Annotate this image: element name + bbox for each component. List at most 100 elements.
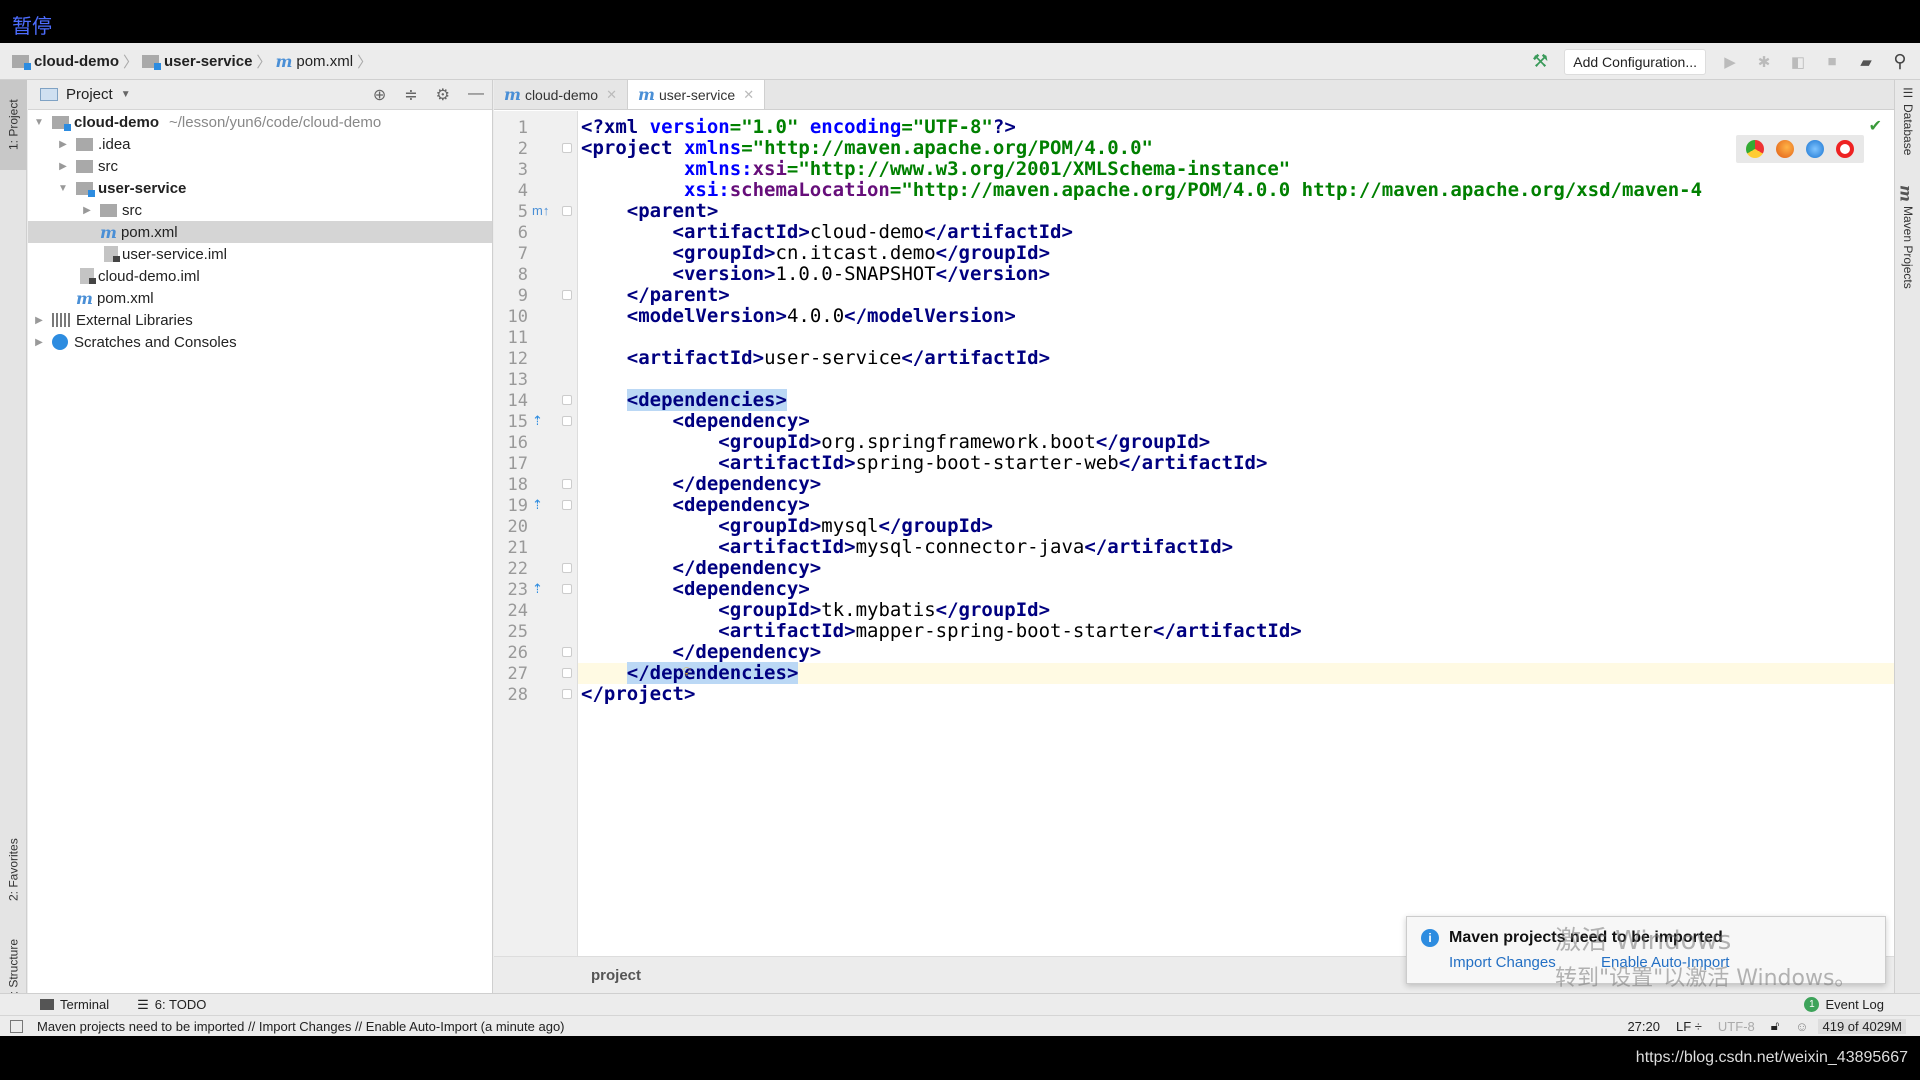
code-line[interactable]: <dependency>	[578, 495, 1894, 516]
fold-marker-icon[interactable]	[562, 584, 572, 594]
code-line[interactable]: </dependencies>	[578, 662, 1894, 684]
search-icon[interactable]: ⚲	[1890, 51, 1910, 72]
tree-node-idea[interactable]: ▶ .idea	[28, 133, 492, 155]
close-icon[interactable]: ✕	[743, 87, 754, 103]
status-message[interactable]: Maven projects need to be imported // Im…	[37, 1019, 565, 1034]
pause-label[interactable]: 暂停	[12, 10, 52, 39]
fold-marker-icon[interactable]	[562, 689, 572, 699]
collapse-arrow-icon[interactable]: ▶	[32, 337, 46, 348]
fold-marker-icon[interactable]	[562, 479, 572, 489]
fold-marker-icon[interactable]	[562, 668, 572, 678]
fold-marker-icon[interactable]	[562, 647, 572, 657]
fold-marker-icon[interactable]	[562, 500, 572, 510]
code-line[interactable]: xmlns:xsi="http://www.w3.org/2001/XMLSch…	[578, 159, 1894, 180]
locate-icon[interactable]: ⊕	[373, 85, 386, 105]
code-line[interactable]: <groupId>tk.mybatis</groupId>	[578, 600, 1894, 621]
debug-icon[interactable]: ✱	[1754, 52, 1774, 72]
fold-marker-icon[interactable]	[562, 206, 572, 216]
import-changes-link[interactable]: Import Changes	[1449, 954, 1556, 971]
line-separator[interactable]: LF ÷	[1676, 1019, 1702, 1034]
build-hammer-icon[interactable]: ⚒	[1530, 51, 1550, 72]
close-icon[interactable]: ✕	[606, 87, 617, 103]
collapse-arrow-icon[interactable]: ▶	[56, 161, 70, 172]
opera-icon[interactable]	[1836, 140, 1854, 158]
code-editor[interactable]: <?xml version="1.0" encoding="UTF-8"?> <p…	[578, 111, 1894, 956]
run-icon[interactable]: ▶	[1720, 52, 1740, 72]
fold-marker-icon[interactable]	[562, 143, 572, 153]
hector-icon[interactable]: ☺	[1795, 1019, 1808, 1034]
tool-tab-database[interactable]: ☰ Database	[1895, 86, 1920, 176]
tree-node-user-service-src[interactable]: ▶ src	[28, 199, 492, 221]
fold-marker-icon[interactable]	[562, 290, 572, 300]
code-line[interactable]: <artifactId>user-service</artifactId>	[578, 348, 1894, 369]
tool-tab-project[interactable]: 1: Project	[0, 80, 27, 170]
chrome-icon[interactable]	[1746, 140, 1764, 158]
project-view-selector[interactable]: Project	[66, 86, 113, 103]
expand-arrow-icon[interactable]: ▼	[56, 183, 70, 194]
tab-user-service[interactable]: m user-service ✕	[628, 80, 766, 109]
collapse-all-icon[interactable]: ≑	[404, 85, 417, 105]
code-line[interactable]: </project>	[578, 684, 1894, 705]
code-line[interactable]: <dependencies>	[578, 389, 1894, 411]
coverage-icon[interactable]: ◧	[1788, 52, 1808, 72]
breadcrumb-pom-xml[interactable]: pom.xml	[296, 53, 353, 70]
code-line[interactable]: <version>1.0.0-SNAPSHOT</version>	[578, 264, 1894, 285]
file-encoding[interactable]: UTF-8	[1718, 1019, 1755, 1034]
code-line[interactable]: xsi:schemaLocation="http://maven.apache.…	[578, 180, 1894, 201]
breadcrumb-cloud-demo[interactable]: cloud-demo	[34, 53, 119, 70]
code-line[interactable]: <artifactId>cloud-demo</artifactId>	[578, 222, 1894, 243]
tree-node-src[interactable]: ▶ src	[28, 155, 492, 177]
expand-arrow-icon[interactable]: ▼	[32, 117, 46, 128]
code-line[interactable]: <artifactId>mapper-spring-boot-starter</…	[578, 621, 1894, 642]
tool-tab-terminal[interactable]: Terminal	[40, 997, 109, 1012]
code-line[interactable]	[578, 369, 1894, 390]
code-line[interactable]: <project xmlns="http://maven.apache.org/…	[578, 138, 1894, 159]
collapse-arrow-icon[interactable]: ▶	[32, 315, 46, 326]
editor-breadcrumb-item[interactable]: project	[591, 967, 641, 984]
code-line[interactable]: </dependency>	[578, 642, 1894, 663]
fold-marker-icon[interactable]	[562, 395, 572, 405]
breadcrumb-user-service[interactable]: user-service	[164, 53, 252, 70]
hide-icon[interactable]: —	[468, 85, 484, 105]
gear-icon[interactable]: ⚙	[436, 85, 450, 105]
tree-node-pom[interactable]: m pom.xml	[28, 287, 492, 309]
code-line[interactable]	[578, 327, 1894, 348]
tree-node-external-libraries[interactable]: ▶ External Libraries	[28, 309, 492, 331]
tool-tab-todo[interactable]: ☰ 6: TODO	[137, 997, 206, 1013]
safari-icon[interactable]	[1806, 140, 1824, 158]
code-line[interactable]: </dependency>	[578, 474, 1894, 495]
code-line[interactable]: </dependency>	[578, 558, 1894, 579]
chevron-down-icon[interactable]: ▼	[121, 89, 131, 100]
code-line[interactable]: <groupId>org.springframework.boot</group…	[578, 432, 1894, 453]
lightbulb-icon[interactable]: 💡︎	[682, 665, 691, 680]
code-line[interactable]: <dependency>	[578, 579, 1894, 600]
code-line[interactable]: <artifactId>spring-boot-starter-web</art…	[578, 453, 1894, 474]
tree-node-cloud-demo[interactable]: ▼ cloud-demo ~/lesson/yun6/code/cloud-de…	[28, 111, 492, 133]
fold-marker-icon[interactable]	[562, 563, 572, 573]
collapse-arrow-icon[interactable]: ▶	[80, 205, 94, 216]
tool-tab-event-log[interactable]: 1 Event Log	[1804, 997, 1884, 1012]
tree-node-user-service-iml[interactable]: user-service.iml	[28, 243, 492, 265]
lock-icon[interactable]: 🔓︎	[1771, 1018, 1779, 1034]
code-line[interactable]: <parent>	[578, 201, 1894, 222]
code-line[interactable]: <modelVersion>4.0.0</modelVersion>	[578, 306, 1894, 327]
add-configuration-button[interactable]: Add Configuration...	[1564, 48, 1706, 75]
code-line[interactable]: <dependency>	[578, 411, 1894, 432]
collapse-arrow-icon[interactable]: ▶	[56, 139, 70, 150]
fold-marker-icon[interactable]	[562, 416, 572, 426]
code-line[interactable]: <?xml version="1.0" encoding="UTF-8"?>	[578, 117, 1894, 138]
maven-parent-icon[interactable]: m↑	[532, 203, 549, 218]
caret-position[interactable]: 27:20	[1627, 1019, 1660, 1034]
tree-node-cloud-demo-iml[interactable]: cloud-demo.iml	[28, 265, 492, 287]
tool-tab-maven-projects[interactable]: m Maven Projects	[1895, 185, 1920, 325]
stop-icon[interactable]: ■	[1822, 52, 1842, 72]
code-line[interactable]: </parent>	[578, 285, 1894, 306]
code-line[interactable]: <groupId>cn.itcast.demo</groupId>	[578, 243, 1894, 264]
maven-dependency-icon[interactable]: ⇡	[532, 497, 543, 513]
maven-dependency-icon[interactable]: ⇡	[532, 413, 543, 429]
toggle-tool-windows-icon[interactable]	[10, 1019, 23, 1033]
enable-auto-import-link[interactable]: Enable Auto-Import	[1601, 954, 1729, 971]
firefox-icon[interactable]	[1776, 140, 1794, 158]
code-line[interactable]: <artifactId>mysql-connector-java</artifa…	[578, 537, 1894, 558]
code-line[interactable]: <groupId>mysql</groupId>	[578, 516, 1894, 537]
